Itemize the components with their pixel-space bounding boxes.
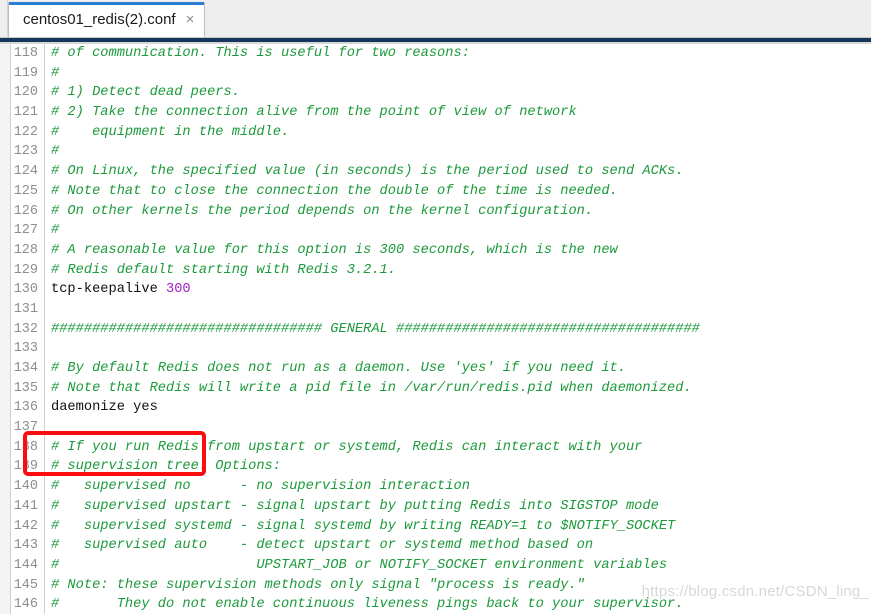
line-content: # On Linux, the specified value (in seco… [51,164,684,180]
line-content: # [51,65,60,81]
line-number: 134 [13,361,38,376]
code-line[interactable]: 127 # [0,221,871,241]
line-number: 140 [13,479,38,495]
code-line[interactable]: 143 # supervised auto - detect upstart or… [0,536,871,556]
line-number: 146 [13,597,38,613]
line-number: 138 [13,439,38,455]
code-line[interactable]: 118 # of communication. This is useful fo… [0,44,871,64]
line-content: # 2) Take the connection alive from the … [51,105,577,121]
line-number: 124 [13,164,38,180]
line-number: 136 [13,400,38,416]
code-line[interactable]: 122 # equipment in the middle. [0,123,871,143]
line-content: # [51,223,60,239]
line-number: 130 [13,282,38,298]
line-number: 135 [13,380,38,396]
directive-key: tcp-keepalive [51,282,166,298]
tab-label: centos01_redis(2).conf [23,11,176,28]
line-number: 122 [13,124,38,140]
tab-bar: centos01_redis(2).conf × [0,0,871,38]
line-number: 133 [13,341,38,357]
code-line[interactable]: 134 # By default Redis does not run as a … [0,359,871,379]
code-line[interactable]: 139 # supervision tree. Options: [0,457,871,477]
directive-value: 300 [166,282,191,298]
line-content: # 1) Detect dead peers. [51,85,240,101]
code-line[interactable]: 130 tcp-keepalive 300 [0,280,871,300]
line-number: 120 [13,85,38,101]
line-content: # supervision tree. Options: [51,459,281,475]
code-line[interactable]: 136 daemonize yes [0,398,871,418]
code-line[interactable]: 124 # On Linux, the specified value (in s… [0,162,871,182]
code-line[interactable]: 142 # supervised systemd - signal systemd… [0,517,871,537]
line-content: # By default Redis does not run as a dae… [51,361,626,376]
line-content: # Note that Redis will write a pid file … [51,380,692,396]
close-icon[interactable]: × [186,12,195,27]
line-content: tcp-keepalive 300 [51,280,191,300]
code-line[interactable]: 125 # Note that to close the connection t… [0,182,871,202]
line-number: 125 [13,183,38,199]
line-content: # UPSTART_JOB or NOTIFY_SOCKET environme… [51,557,668,573]
line-content: # They do not enable continuous liveness… [51,597,684,613]
code-line[interactable]: 119 # [0,64,871,84]
line-number: 139 [13,459,38,475]
line-number: 142 [13,518,38,534]
line-number: 132 [13,321,38,337]
code-line[interactable]: 131 [0,300,871,320]
tab-bar-left-edge [0,0,8,37]
line-number: 128 [13,242,38,258]
line-content: # Note that to close the connection the … [51,183,618,199]
line-number: 145 [13,577,38,593]
code-line[interactable]: 129 # Redis default starting with Redis 3… [0,261,871,281]
code-line[interactable]: 137 [0,418,871,438]
code-line[interactable]: 120 # 1) Detect dead peers. [0,83,871,103]
code-line[interactable]: 140 # supervised no - no supervision inte… [0,477,871,497]
line-number: 137 [13,420,38,436]
code-editor[interactable]: 118 # of communication. This is useful fo… [0,44,871,614]
line-content: # On other kernels the period depends on… [51,203,594,219]
line-number: 127 [13,223,38,239]
line-content: # supervised no - no supervision interac… [51,479,470,495]
line-number: 119 [13,65,38,81]
line-number: 121 [13,105,38,121]
tab-active-accent [9,2,205,5]
line-number: 144 [13,557,38,573]
line-content: daemonize yes [51,400,158,416]
code-line[interactable]: 126 # On other kernels the period depends… [0,202,871,222]
editor-tab-active[interactable]: centos01_redis(2).conf × [8,2,206,37]
code-line[interactable]: 133 [0,339,871,359]
line-number: 126 [13,203,38,219]
line-number: 143 [13,538,38,554]
line-content: # supervised upstart - signal upstart by… [51,498,659,514]
line-number: 131 [13,301,38,317]
code-lines-container: 118 # of communication. This is useful fo… [0,44,871,614]
line-number: 123 [13,144,38,160]
line-content: # of communication. This is useful for t… [51,46,470,61]
line-number: 141 [13,498,38,514]
code-line[interactable]: 128 # A reasonable value for this option … [0,241,871,261]
line-number: 129 [13,262,38,278]
code-line[interactable]: 123 # [0,142,871,162]
watermark-text: https://blog.csdn.net/CSDN_ling_ [641,583,869,600]
line-content: ################################# GENERA… [51,321,700,337]
line-content: # equipment in the middle. [51,124,290,140]
line-content: # supervised systemd - signal systemd by… [51,518,676,534]
code-line[interactable]: 138 # If you run Redis from upstart or sy… [0,438,871,458]
line-content: # supervised auto - detect upstart or sy… [51,538,594,554]
code-line[interactable]: 144 # UPSTART_JOB or NOTIFY_SOCKET enviro… [0,556,871,576]
code-line[interactable]: 135 # Note that Redis will write a pid fi… [0,379,871,399]
code-line[interactable]: 132 ################################# GEN… [0,320,871,340]
line-content: # A reasonable value for this option is … [51,242,618,258]
line-content: # Redis default starting with Redis 3.2.… [51,262,396,278]
code-line[interactable]: 121 # 2) Take the connection alive from t… [0,103,871,123]
line-content: # If you run Redis from upstart or syste… [51,439,643,455]
code-line[interactable]: 141 # supervised upstart - signal upstart… [0,497,871,517]
line-content: # [51,144,60,160]
line-number: 118 [13,46,38,61]
line-content: # Note: these supervision methods only s… [51,577,585,593]
